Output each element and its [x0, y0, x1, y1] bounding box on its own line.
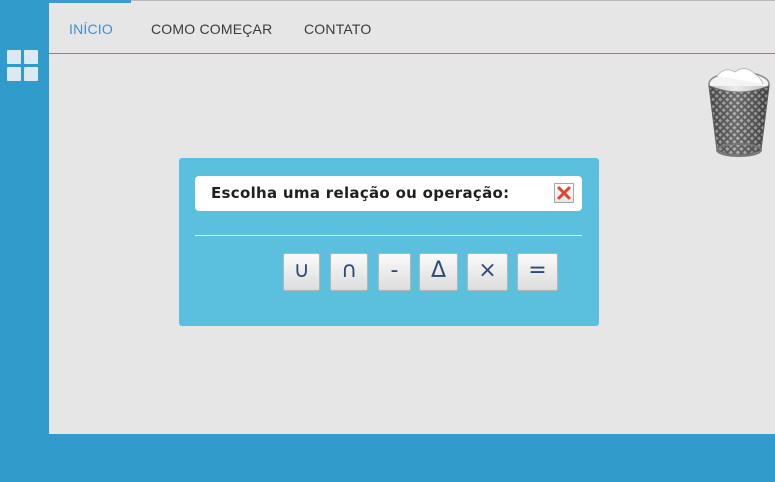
- dialog-header: Escolha uma relação ou operação:: [195, 176, 582, 211]
- operation-dialog: Escolha uma relação ou operação: ∪ ∩ - Δ…: [179, 158, 599, 326]
- cartesian-product-button[interactable]: ×: [467, 253, 508, 291]
- nav-item-como-comecar[interactable]: COMO COMEÇAR: [151, 1, 272, 54]
- sidebar: [0, 0, 49, 434]
- trash-bin-icon[interactable]: [699, 62, 775, 162]
- dialog-divider: [195, 235, 582, 236]
- grid-icon[interactable]: [7, 50, 39, 82]
- difference-button[interactable]: -: [378, 253, 411, 291]
- nav-item-inicio[interactable]: INÍCIO: [69, 1, 113, 54]
- equality-button[interactable]: =: [517, 253, 558, 291]
- nav-item-contato[interactable]: CONTATO: [304, 1, 372, 54]
- close-icon[interactable]: [554, 183, 574, 203]
- intersection-button[interactable]: ∩: [330, 253, 368, 291]
- symmetric-difference-button[interactable]: Δ: [419, 253, 458, 291]
- union-button[interactable]: ∪: [283, 253, 320, 291]
- top-nav: INÍCIO COMO COMEÇAR CONTATO: [49, 0, 775, 54]
- dialog-title: Escolha uma relação ou operação:: [211, 184, 510, 202]
